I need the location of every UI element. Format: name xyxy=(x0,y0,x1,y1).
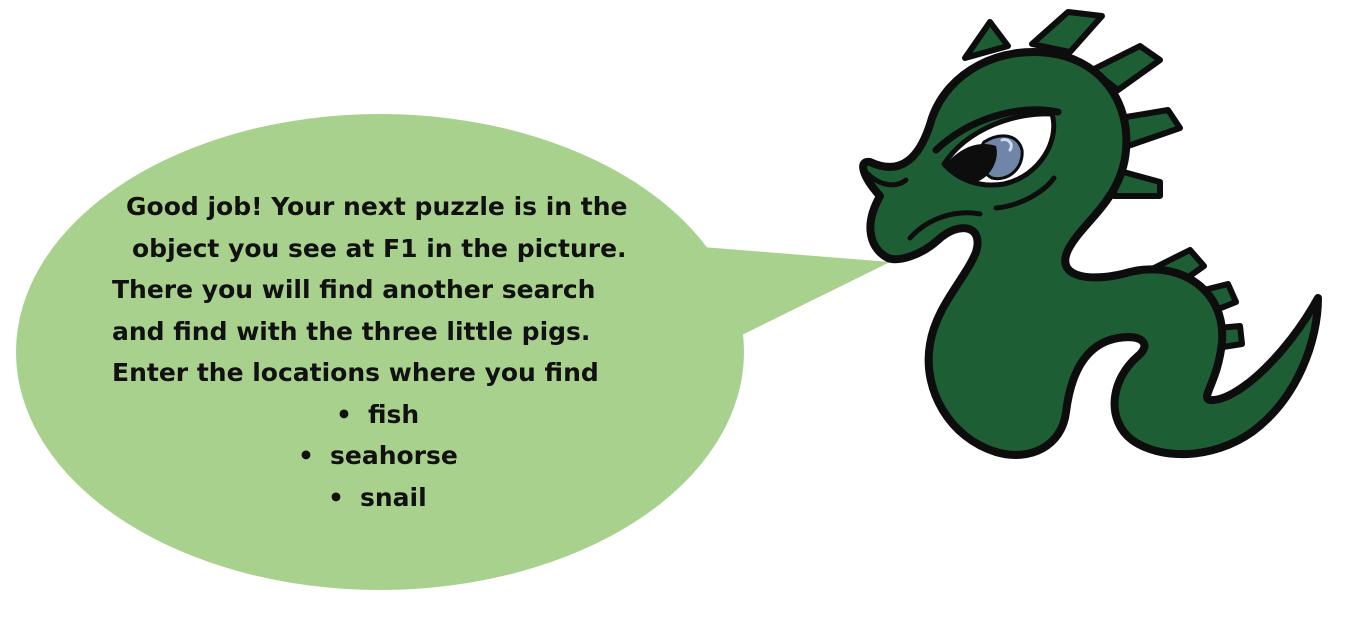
bullet-icon: • xyxy=(336,399,352,429)
bullet-icon: • xyxy=(328,482,344,512)
list-item-label: fish xyxy=(368,399,420,429)
speech-line: object you see at F1 in the picture. xyxy=(132,233,627,263)
speech-line: and find with the three little pigs. xyxy=(112,316,591,346)
bullet-icon: • xyxy=(298,441,314,470)
speech-line: Enter the locations where you find xyxy=(112,358,599,387)
speech-text: Good job! Your next puzzle is in the obj… xyxy=(100,186,660,518)
speech-line: There you will find another search xyxy=(112,275,596,304)
list-item: • snail xyxy=(100,477,660,519)
green-dragon-icon xyxy=(859,9,1322,459)
list-item-label: seahorse xyxy=(330,441,458,470)
speech-line: Good job! Your next puzzle is in the xyxy=(126,192,628,221)
list-item: • fish xyxy=(100,394,660,436)
list-item-label: snail xyxy=(360,482,427,512)
list-item: • seahorse xyxy=(100,435,660,477)
